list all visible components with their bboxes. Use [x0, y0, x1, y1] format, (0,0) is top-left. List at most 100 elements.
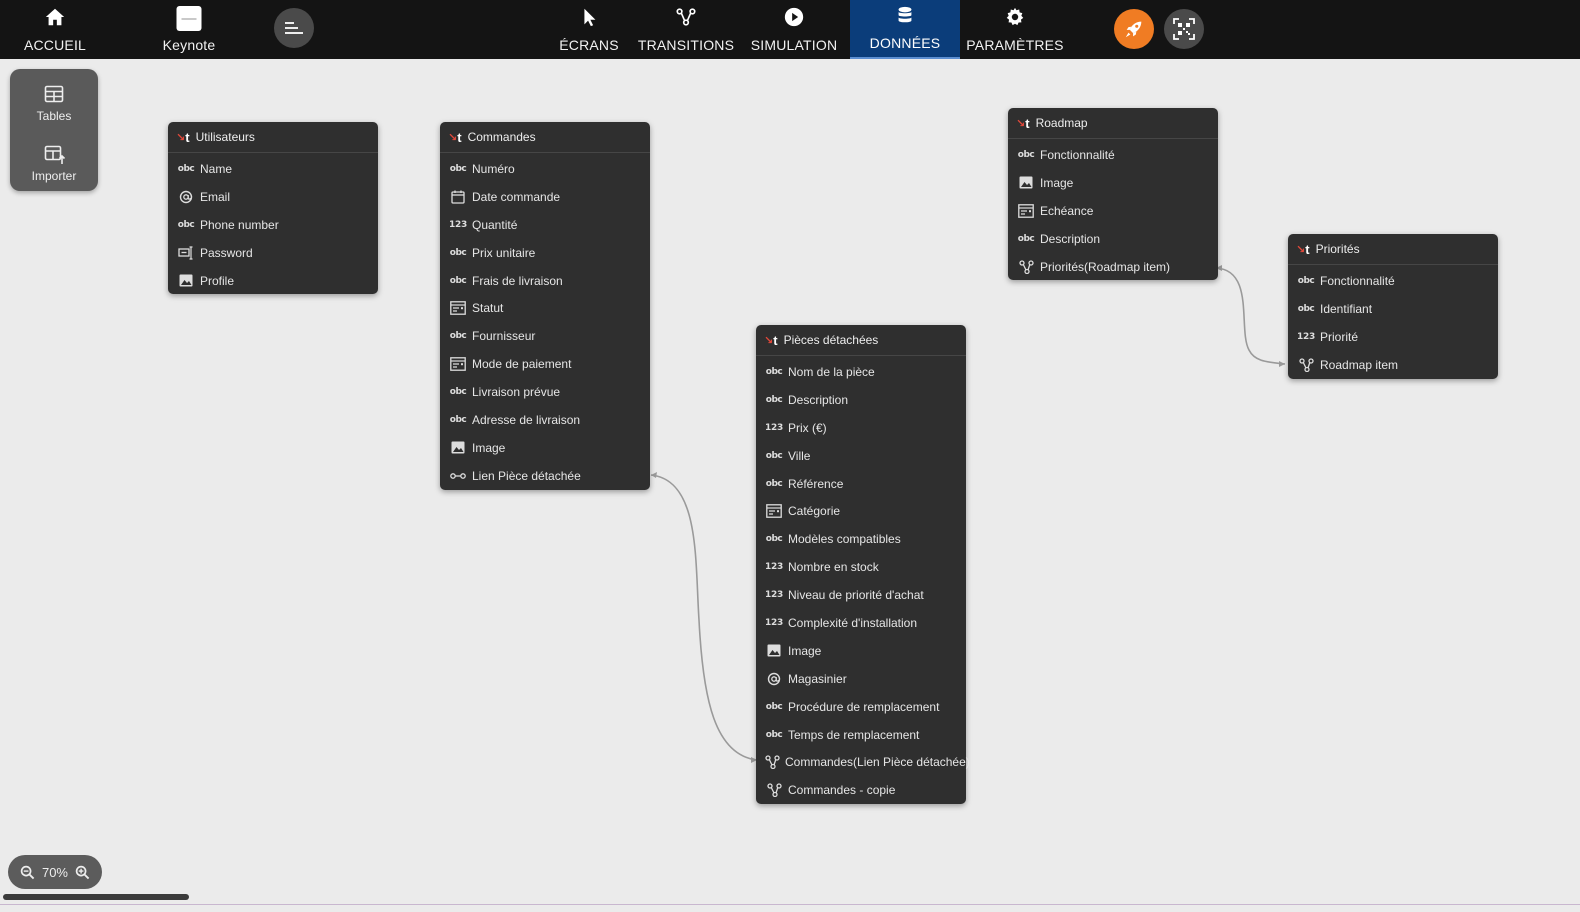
field-row[interactable]: obc Nom de la pièce	[756, 358, 966, 386]
field-row[interactable]: Echéance	[1008, 197, 1218, 225]
field-row[interactable]: Priorités(Roadmap item)	[1008, 253, 1218, 281]
text-type-icon: obc	[449, 275, 467, 286]
list-field-icon	[449, 357, 467, 372]
field-row[interactable]: obc Description	[756, 386, 966, 414]
list-field-icon	[1017, 203, 1035, 218]
link-arrow-head	[1279, 361, 1285, 367]
project-selector[interactable]: Keynote	[148, 0, 230, 59]
field-row[interactable]: 123 Quantité	[440, 211, 650, 239]
field-row[interactable]: obc Numéro	[440, 155, 650, 183]
field-row[interactable]: Profile	[168, 267, 378, 295]
table-card-priorites[interactable]: ↘ t Priorités obc Fonctionnalité obc Identif…	[1288, 234, 1498, 379]
table-name: Commandes	[467, 130, 536, 144]
table-card-header: ↘ t Commandes	[440, 122, 650, 153]
nav-tab-transitions[interactable]: TRANSITIONS	[634, 0, 738, 59]
zoom-out-button[interactable]	[20, 865, 35, 880]
field-row[interactable]: obc Phone number	[168, 211, 378, 239]
field-row[interactable]: obc Prix unitaire	[440, 239, 650, 267]
field-name: Magasinier	[788, 671, 847, 686]
field-row[interactable]: obc Référence	[756, 470, 966, 498]
field-row[interactable]: Image	[756, 637, 966, 665]
number-type-icon: 123	[1297, 331, 1315, 342]
table-grid-icon	[44, 85, 64, 103]
field-row[interactable]: Roadmap item	[1288, 351, 1498, 379]
field-name: Procédure de remplacement	[788, 699, 940, 714]
field-row[interactable]: obc Fonctionnalité	[1288, 267, 1498, 295]
field-list: obc Numéro Date commande 123 Quantité obc Prix…	[440, 153, 650, 490]
field-row[interactable]: obc Description	[1008, 225, 1218, 253]
field-row[interactable]: Commandes - copie	[756, 776, 966, 804]
field-name: Complexité d'installation	[788, 615, 918, 630]
at-sign-icon	[765, 672, 783, 686]
field-row[interactable]: Password	[168, 239, 378, 267]
table-card-commandes[interactable]: ↘ t Commandes obc Numéro Date commande 123 Qu…	[440, 122, 650, 490]
field-name: Modèles compatibles	[788, 532, 901, 547]
nav-tab-simulation[interactable]: SIMULATION	[742, 0, 846, 59]
field-row[interactable]: Commandes(Lien Pièce détachée)	[756, 748, 970, 776]
field-row[interactable]: Image	[1008, 169, 1218, 197]
field-name: Image	[1040, 175, 1074, 190]
field-row[interactable]: 123 Priorité	[1288, 323, 1498, 351]
play-icon	[784, 7, 804, 27]
horizontal-scrollbar[interactable]	[3, 894, 189, 900]
field-row[interactable]: Date commande	[440, 183, 650, 211]
text-type-icon: obc	[765, 478, 783, 489]
table-card-roadmap[interactable]: ↘ t Roadmap obc Fonctionnalité Image Echéanc…	[1008, 108, 1218, 281]
field-row[interactable]: Email	[168, 183, 378, 211]
field-row[interactable]: Statut	[440, 294, 650, 322]
field-row[interactable]: 123 Complexité d'installation	[756, 609, 966, 637]
import-button[interactable]: Importer	[10, 133, 98, 189]
text-type-icon: obc	[449, 247, 467, 258]
field-name: Commandes(Lien Pièce détachée)	[785, 755, 970, 770]
table-card-pieces-detachees[interactable]: ↘ t Pièces détachées obc Nom de la pièce ob…	[756, 325, 970, 805]
nav-home[interactable]: ACCUEIL	[14, 0, 96, 59]
table-name: Priorités	[1315, 242, 1360, 256]
field-row[interactable]: obc Temps de remplacement	[756, 721, 966, 749]
field-row[interactable]: 123 Prix (€)	[756, 414, 966, 442]
number-type-icon: 123	[765, 562, 783, 573]
at-sign-icon	[177, 190, 195, 204]
tables-button[interactable]: Tables	[10, 73, 98, 129]
text-type-icon: obc	[765, 729, 783, 740]
field-row[interactable]: Lien Pièce détachée	[440, 462, 650, 490]
nav-tab-ecrans[interactable]: ÉCRANS	[534, 0, 644, 59]
field-row[interactable]: 123 Niveau de priorité d'achat	[756, 581, 966, 609]
field-row[interactable]: obc Name	[168, 155, 378, 183]
field-name: Image	[472, 440, 506, 455]
field-row[interactable]: obc Modèles compatibles	[756, 525, 966, 553]
qr-code-button[interactable]	[1164, 9, 1204, 49]
field-name: Roadmap item	[1320, 357, 1399, 372]
field-row[interactable]: obc Identifiant	[1288, 295, 1498, 323]
zoom-in-button[interactable]	[75, 865, 90, 880]
field-name: Temps de remplacement	[788, 727, 920, 742]
table-card-utilisateurs[interactable]: ↘ t Utilisateurs obc Name Email obc Phone num…	[168, 122, 378, 295]
field-row[interactable]: Image	[440, 434, 650, 462]
cursor-icon	[584, 8, 596, 27]
table-card-header: ↘ t Priorités	[1288, 234, 1498, 265]
field-row[interactable]: 123 Nombre en stock	[756, 553, 966, 581]
field-row[interactable]: obc Livraison prévue	[440, 378, 650, 406]
nav-tab-donnees[interactable]: DONNÉES	[850, 0, 960, 59]
menu-icon	[285, 22, 303, 34]
nav-tab-parametres[interactable]: PARAMÈTRES	[962, 0, 1068, 59]
field-row[interactable]: obc Adresse de livraison	[440, 406, 650, 434]
field-name: Profile	[200, 273, 235, 288]
field-row[interactable]: Mode de paiement	[440, 350, 650, 378]
transitions-icon	[676, 8, 696, 26]
field-row[interactable]: obc Fournisseur	[440, 322, 650, 350]
image-icon	[449, 441, 467, 455]
password-field-icon	[177, 246, 195, 260]
field-row[interactable]: Magasinier	[756, 665, 966, 693]
field-row[interactable]: obc Ville	[756, 442, 966, 470]
field-name: Email	[200, 189, 231, 204]
field-list: obc Nom de la pièce obc Description 123 Prix …	[756, 356, 970, 804]
field-row[interactable]: obc Frais de livraison	[440, 267, 650, 295]
field-row[interactable]: obc Procédure de remplacement	[756, 693, 966, 721]
nav-tab-label: ÉCRANS	[559, 37, 619, 53]
field-name: Référence	[788, 476, 844, 491]
field-row[interactable]: Catégorie	[756, 497, 966, 525]
publish-button[interactable]	[1114, 9, 1154, 49]
field-row[interactable]: obc Fonctionnalité	[1008, 141, 1218, 169]
menu-toggle-button[interactable]	[274, 8, 314, 48]
number-type-icon: 123	[449, 219, 467, 230]
